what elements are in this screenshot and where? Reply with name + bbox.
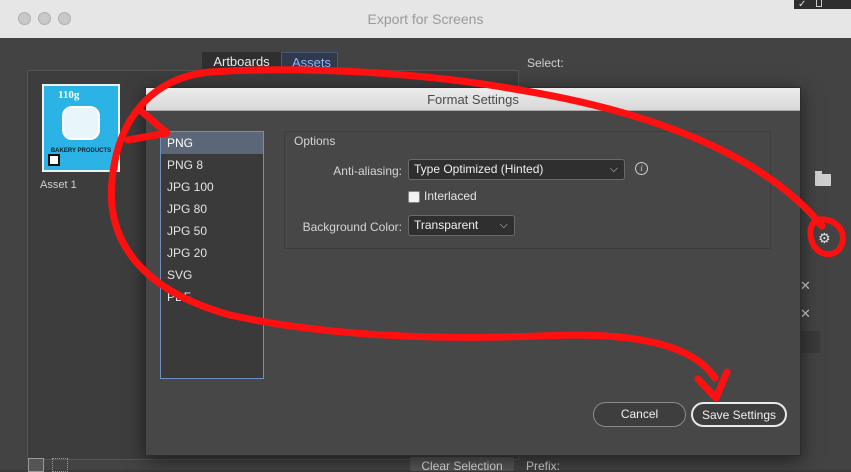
background-color-label: Background Color: xyxy=(302,220,402,234)
folder-icon[interactable] xyxy=(815,171,831,186)
view-tabs: Artboards Assets xyxy=(202,52,338,72)
right-panel-strip: ✓ xyxy=(794,0,851,10)
gear-icon[interactable]: ⚙ xyxy=(818,230,831,247)
background-color-value: Transparent xyxy=(414,218,479,232)
format-list: PNG PNG 8 JPG 100 JPG 80 JPG 50 JPG 20 S… xyxy=(160,131,264,379)
format-item-pdf[interactable]: PDF xyxy=(161,286,263,308)
interlaced-label: Interlaced xyxy=(424,189,477,203)
format-settings-dialog: Format Settings PNG PNG 8 JPG 100 JPG 80… xyxy=(145,87,801,456)
anti-aliasing-label: Anti-aliasing: xyxy=(333,164,402,178)
chevron-down-icon: ⌵ xyxy=(609,163,618,175)
chevron-down-icon: ⌵ xyxy=(499,219,508,231)
save-settings-button[interactable]: Save Settings xyxy=(691,402,787,427)
product-image xyxy=(62,106,100,140)
window-titlebar: Export for Screens xyxy=(0,0,851,39)
tab-assets[interactable]: Assets xyxy=(281,52,338,72)
asset-checkbox[interactable] xyxy=(48,154,60,166)
close-icon[interactable]: ✕ xyxy=(800,306,811,322)
asset-label: Asset 1 xyxy=(40,179,77,191)
prefix-label: Prefix: xyxy=(526,459,561,470)
asset-thumbnail[interactable]: 110g BAKERY PRODUCTS xyxy=(42,84,120,172)
clear-selection-button[interactable]: Clear Selection xyxy=(410,457,514,471)
format-item-svg[interactable]: SVG xyxy=(161,264,263,286)
window-title: Export for Screens xyxy=(367,11,484,27)
close-icon[interactable]: ✕ xyxy=(800,278,811,294)
dialog-titlebar: Format Settings xyxy=(146,88,800,111)
anti-aliasing-dropdown[interactable]: Type Optimized (Hinted) ⌵ xyxy=(408,159,625,180)
format-item-png8[interactable]: PNG 8 xyxy=(161,154,263,176)
options-legend: Options xyxy=(294,134,336,148)
interlaced-checkbox[interactable] xyxy=(408,191,420,203)
square-icon xyxy=(816,0,822,7)
anti-aliasing-value: Type Optimized (Hinted) xyxy=(414,162,544,176)
checkmark-icon: ✓ xyxy=(798,0,807,10)
tab-artboards[interactable]: Artboards xyxy=(202,52,281,72)
background-color-dropdown[interactable]: Transparent ⌵ xyxy=(408,215,515,236)
select-label: Select: xyxy=(527,56,564,70)
format-item-jpg20[interactable]: JPG 20 xyxy=(161,242,263,264)
format-item-png[interactable]: PNG xyxy=(161,132,263,154)
dialog-title: Format Settings xyxy=(427,92,519,107)
format-item-jpg80[interactable]: JPG 80 xyxy=(161,198,263,220)
format-item-jpg50[interactable]: JPG 50 xyxy=(161,220,263,242)
cancel-button[interactable]: Cancel xyxy=(593,402,686,427)
thumb-weight-text: 110g xyxy=(58,89,80,101)
format-item-jpg100[interactable]: JPG 100 xyxy=(161,176,263,198)
info-icon[interactable]: i xyxy=(635,162,648,175)
